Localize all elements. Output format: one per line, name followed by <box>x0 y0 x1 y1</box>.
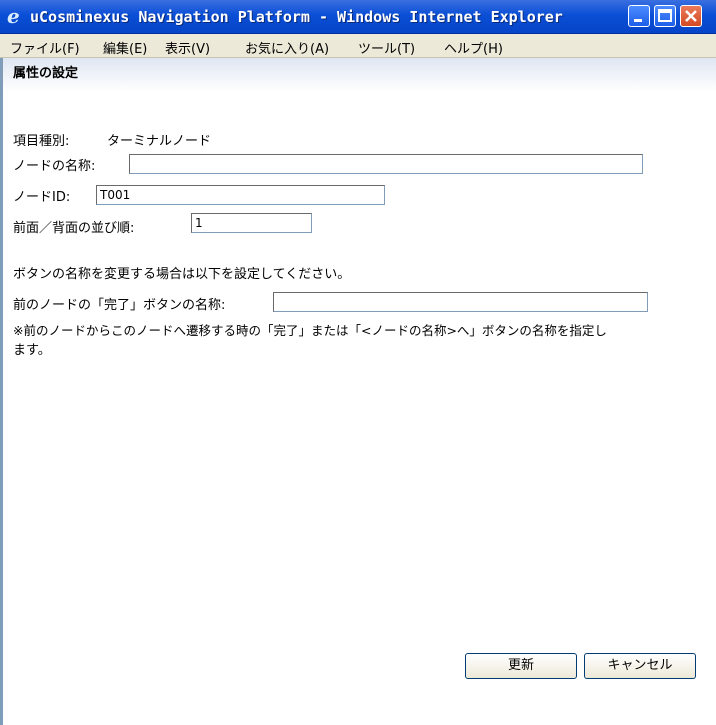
minimize-button[interactable] <box>628 5 650 27</box>
window-title: uCosminexus Navigation Platform - Window… <box>30 8 563 26</box>
note-line-2: ます。 <box>13 343 51 358</box>
item-type-label: 項目種別: <box>13 134 70 149</box>
menu-view[interactable]: 表示(V) <box>165 38 210 57</box>
menu-favorites[interactable]: お気に入り(A) <box>245 38 329 57</box>
maximize-button[interactable] <box>654 5 676 27</box>
node-id-input[interactable] <box>96 185 385 205</box>
cancel-button[interactable]: キャンセル <box>584 653 696 679</box>
order-input[interactable] <box>191 213 312 233</box>
menu-edit[interactable]: 編集(E) <box>103 38 147 57</box>
prev-button-name-input[interactable] <box>273 292 648 312</box>
panel-header: 属性の設定 <box>3 58 716 92</box>
prev-button-name-label: 前のノードの「完了」ボタンの名称: <box>13 298 226 313</box>
menu-bar: ファイル(F) 編集(E) 表示(V) お気に入り(A) ツール(T) ヘルプ(… <box>0 34 716 58</box>
window-titlebar[interactable]: e uCosminexus Navigation Platform - Wind… <box>0 0 716 34</box>
update-button[interactable]: 更新 <box>465 653 577 679</box>
node-name-label: ノードの名称: <box>13 159 96 174</box>
close-button[interactable] <box>680 5 702 27</box>
ie-icon: e <box>7 4 20 28</box>
order-label: 前面／背面の並び順: <box>13 221 135 236</box>
node-id-label: ノードID: <box>13 190 71 205</box>
content-area: 属性の設定 項目種別: ターミナルノード ノードの名称: ノードID: 前面／背… <box>0 58 716 725</box>
instruction-text: ボタンの名称を変更する場合は以下を設定してください。 <box>13 267 351 282</box>
minimize-icon <box>634 19 642 22</box>
menu-help[interactable]: ヘルプ(H) <box>444 38 503 57</box>
panel-title: 属性の設定 <box>13 66 79 81</box>
note-line-1: ※前のノードからこのノードへ遷移する時の「完了」または「<ノードの名称>へ」ボタ… <box>13 323 607 338</box>
maximize-icon <box>658 9 672 22</box>
menu-file[interactable]: ファイル(F) <box>10 38 80 57</box>
item-type-value: ターミナルノード <box>107 134 212 149</box>
node-name-input[interactable] <box>129 154 643 174</box>
close-icon <box>685 10 697 22</box>
menu-tools[interactable]: ツール(T) <box>358 38 415 57</box>
